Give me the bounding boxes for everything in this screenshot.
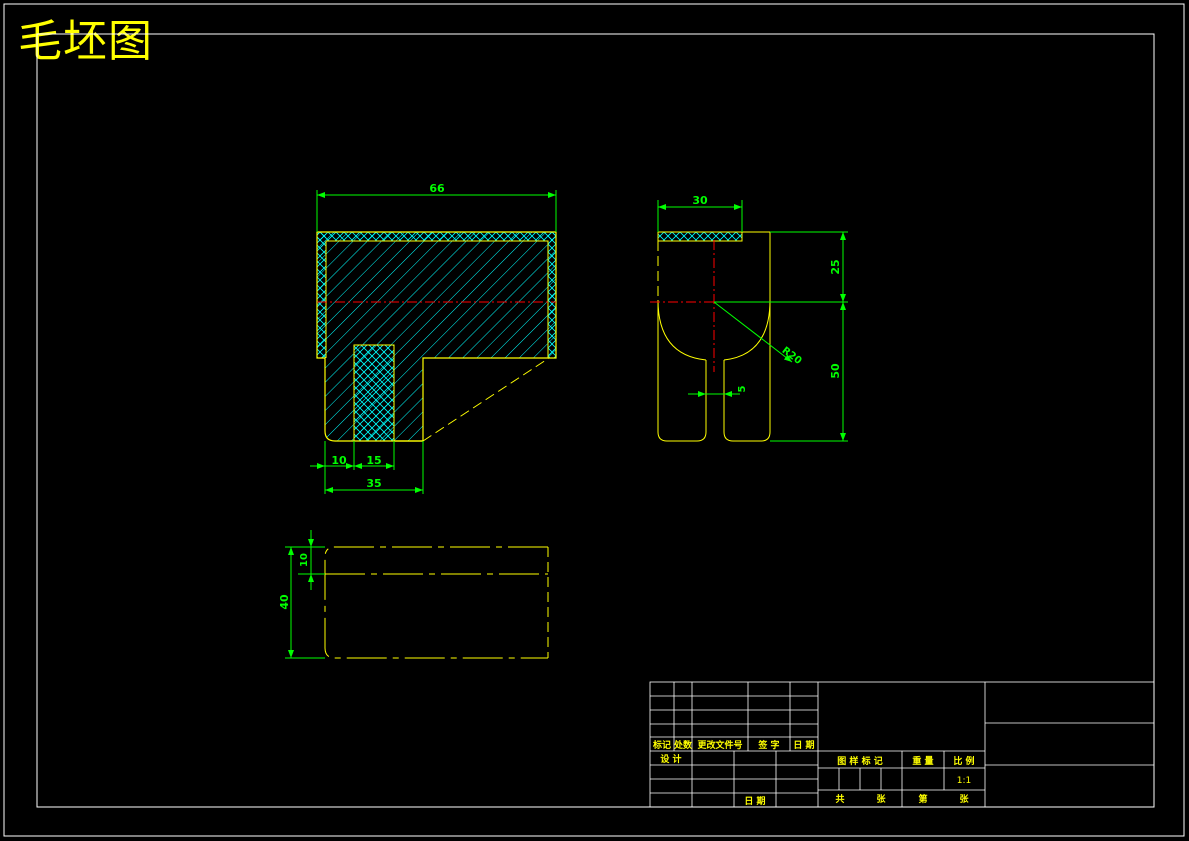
front-chamfer: [422, 357, 550, 442]
drawing-canvas: 毛坯图 66 10 15 35 30 25 50 R20 5 40 10 标记 …: [0, 0, 1189, 841]
tb-rev-header-4: 日 期: [793, 739, 814, 751]
dim-left-offset: 10: [331, 454, 347, 467]
dim-lower-height: 50: [829, 363, 842, 379]
side-view: 30 25 50 R20 5: [650, 194, 848, 442]
dim-insert-width: 15: [366, 454, 381, 467]
dim-top-thin: 10: [299, 553, 310, 567]
tb-rev-header-0: 标记: [652, 739, 671, 751]
front-hatch: [317, 232, 556, 441]
tb-stage-mark: 图 样 标 记: [837, 755, 882, 767]
dim-upper-height: 25: [829, 259, 842, 274]
dim-radius: R20: [780, 345, 804, 367]
tb-sheet-unit-b: 张: [959, 793, 969, 805]
front-view: 66 10 15 35: [310, 182, 557, 494]
dim-top-width: 66: [429, 182, 445, 195]
front-left-strip: [317, 232, 326, 358]
tb-sheet-total: 共: [835, 793, 844, 805]
tb-sheet-unit-a: 张: [876, 793, 886, 805]
tb-weight: 重 量: [912, 755, 933, 767]
top-outline: [324, 546, 548, 659]
tb-sheet-num: 第: [918, 793, 927, 805]
front-top-strip: [317, 232, 556, 241]
dim-side-top-width: 30: [692, 194, 708, 207]
side-top-strip: [657, 231, 743, 242]
dim-top-height: 40: [278, 594, 291, 610]
tb-rev-header-2: 更改文件号: [697, 739, 742, 751]
tb-rev-header-1: 处数: [673, 739, 693, 751]
dim-bottom-width: 35: [366, 477, 381, 490]
front-insert: [353, 344, 395, 442]
front-right-strip: [548, 232, 556, 358]
outer-frame: [3, 3, 1185, 837]
tb-date: 日 期: [744, 795, 765, 807]
tb-scale-value: 1:1: [957, 776, 971, 786]
top-view: 40 10: [278, 530, 549, 659]
tb-scale-label: 比 例: [953, 755, 974, 767]
tb-design: 设 计: [660, 753, 681, 765]
inner-frame: [36, 33, 1155, 808]
cad-drawing: 66 10 15 35 30 25 50 R20 5 40 10 标记 处数 更…: [3, 3, 1185, 837]
dim-slot: 5: [737, 385, 748, 392]
title-block-text: 标记 处数 更改文件号 签 字 日 期 设 计 日 期 图 样 标 记 重 量 …: [652, 739, 975, 807]
tb-rev-header-3: 签 字: [757, 739, 779, 751]
